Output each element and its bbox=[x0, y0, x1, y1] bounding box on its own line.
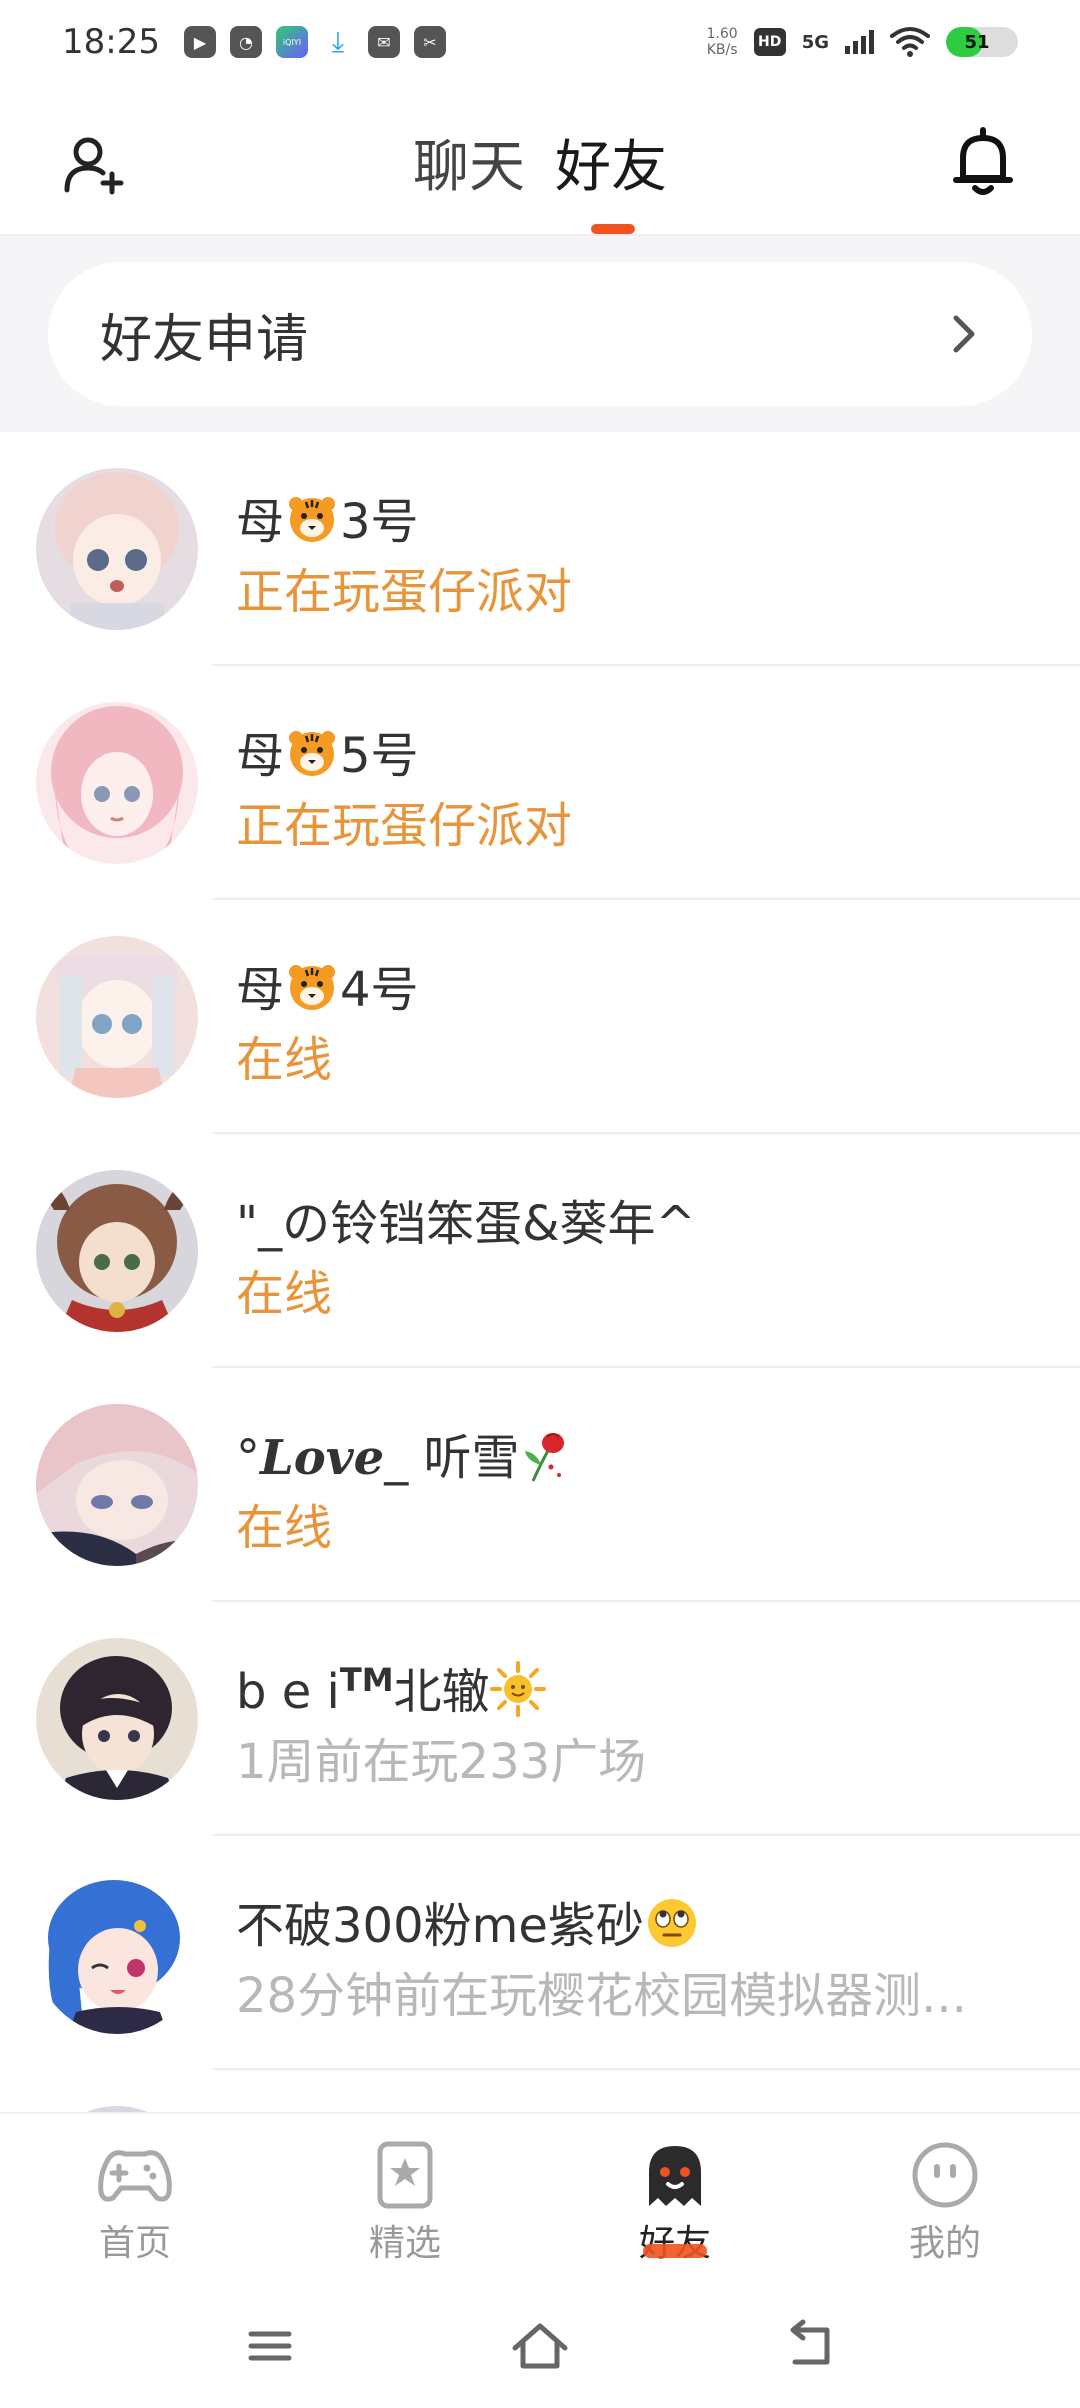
ghost-icon bbox=[649, 2146, 701, 2206]
video-app-icon: ▶ bbox=[183, 26, 216, 58]
nav-label: 精选 bbox=[368, 2223, 441, 2264]
friend-name: "_の铃铛笨蛋&葵年^ bbox=[236, 1196, 696, 1252]
bottom-navigation: 首页 精选 好友 我的 bbox=[0, 2112, 1080, 2284]
friend-request-label: 好友申请 bbox=[100, 309, 309, 370]
friend-status: 正在玩蛋仔派对 bbox=[236, 564, 573, 620]
friend-item[interactable]: 母 3号 正在玩蛋仔派对 bbox=[0, 432, 1080, 666]
friend-name: 母 4号 bbox=[236, 950, 419, 1024]
tab-friends[interactable]: 好友 bbox=[555, 122, 667, 203]
friend-request-section: 好友申请 bbox=[0, 236, 1080, 432]
chevron-right-icon bbox=[953, 315, 975, 353]
smiley-icon bbox=[912, 2142, 978, 2208]
star-bookmark-icon bbox=[377, 2141, 433, 2209]
top-header: 聊天 好友 bbox=[0, 84, 1080, 236]
download-icon: ⤓ bbox=[331, 25, 345, 58]
wilted-rose-icon bbox=[519, 1427, 569, 1495]
tiger-icon bbox=[284, 494, 340, 556]
friend-item[interactable]: "_の铃铛笨蛋&葵年^ 在线 bbox=[0, 1134, 1080, 1368]
friend-name: 母 3号 bbox=[236, 482, 419, 556]
friend-item[interactable]: 母 4号 在线 bbox=[0, 900, 1080, 1134]
gamepad-icon bbox=[98, 2150, 172, 2202]
network-type: 5G bbox=[801, 31, 829, 53]
capcut-icon: ✂ bbox=[413, 26, 446, 58]
friend-request-button[interactable]: 好友申请 bbox=[48, 262, 1032, 406]
friend-item[interactable]: °Love_ 听雪 在线 bbox=[0, 1368, 1080, 1602]
friend-item[interactable]: 母 5号 正在玩蛋仔派对 bbox=[0, 666, 1080, 900]
speed-app-icon: ◔ bbox=[229, 26, 262, 58]
friend-name: 母 5号 bbox=[236, 716, 419, 790]
nav-me[interactable]: 我的 bbox=[810, 2114, 1080, 2284]
wifi-icon bbox=[890, 27, 930, 57]
status-bar: 18:25 ▶ ◔ iQIYI ⤓ ✉ ✂ 1.60 KB/s HD 5G 51 bbox=[0, 0, 1080, 84]
active-indicator bbox=[643, 2244, 707, 2258]
tiger-icon bbox=[284, 728, 340, 790]
menu-icon[interactable] bbox=[235, 2316, 305, 2376]
friend-status: 正在玩蛋仔派对 bbox=[236, 798, 573, 854]
header-tabs: 聊天 好友 bbox=[0, 122, 1080, 203]
system-navigation bbox=[0, 2284, 1080, 2408]
tiger-icon bbox=[284, 962, 340, 1024]
nav-friends[interactable]: 好友 bbox=[540, 2114, 810, 2284]
friend-status: 在线 bbox=[236, 1500, 333, 1556]
tab-indicator bbox=[591, 224, 635, 234]
friend-item[interactable]: b e iTM北辙 1周前在玩233广场 bbox=[0, 1602, 1080, 1836]
nav-label: 我的 bbox=[908, 2223, 981, 2264]
avatar bbox=[36, 1638, 198, 1800]
nav-featured[interactable]: 精选 bbox=[270, 2114, 540, 2284]
avatar bbox=[36, 468, 198, 630]
sun-icon bbox=[489, 1661, 546, 1729]
nav-home[interactable]: 首页 bbox=[0, 2114, 270, 2284]
signal-icon bbox=[845, 30, 874, 54]
back-icon[interactable] bbox=[775, 2316, 845, 2376]
home-icon[interactable] bbox=[505, 2316, 575, 2376]
friend-status: 1周前在玩233广场 bbox=[236, 1734, 647, 1790]
iqiyi-icon: iQIYI bbox=[275, 26, 308, 58]
hd-icon: HD bbox=[753, 28, 786, 56]
avatar bbox=[36, 1404, 198, 1566]
avatar bbox=[36, 702, 198, 864]
status-time: 18:25 bbox=[62, 22, 160, 62]
nav-label: 首页 bbox=[98, 2223, 171, 2264]
network-speed: 1.60 KB/s bbox=[706, 26, 738, 58]
friend-status: 在线 bbox=[236, 1266, 333, 1322]
friend-name: 不破300粉me紫砂 bbox=[236, 1886, 700, 1963]
notification-icons: ▶ ◔ iQIYI ⤓ ✉ ✂ bbox=[183, 25, 446, 58]
mail-app-icon: ✉ bbox=[367, 26, 400, 58]
avatar bbox=[36, 1872, 198, 2034]
friend-status: 在线 bbox=[236, 1032, 333, 1088]
eye-roll-face-icon bbox=[644, 1895, 700, 1963]
bell-icon[interactable] bbox=[950, 126, 1016, 198]
friend-name: b e iTM北辙 bbox=[236, 1652, 546, 1729]
tab-chat[interactable]: 聊天 bbox=[413, 122, 525, 203]
friend-status: 28分钟前在玩樱花校园模拟器测... bbox=[236, 1968, 967, 2024]
nav-label: 好友 bbox=[639, 2214, 711, 2266]
avatar bbox=[36, 936, 198, 1098]
friend-name: °Love_ 听雪 bbox=[236, 1418, 569, 1495]
friend-item[interactable]: 不破300粉me紫砂 28分钟前在玩樱花校园模拟器测... bbox=[0, 1836, 1080, 2070]
avatar bbox=[36, 1170, 198, 1332]
battery-icon: 51 bbox=[946, 27, 1018, 57]
friend-list: 母 3号 正在玩蛋仔派对 母 5号 正在玩蛋仔派对 母 4号 在线 "_の铃铛笨蛋&葵… bbox=[0, 432, 1080, 2304]
